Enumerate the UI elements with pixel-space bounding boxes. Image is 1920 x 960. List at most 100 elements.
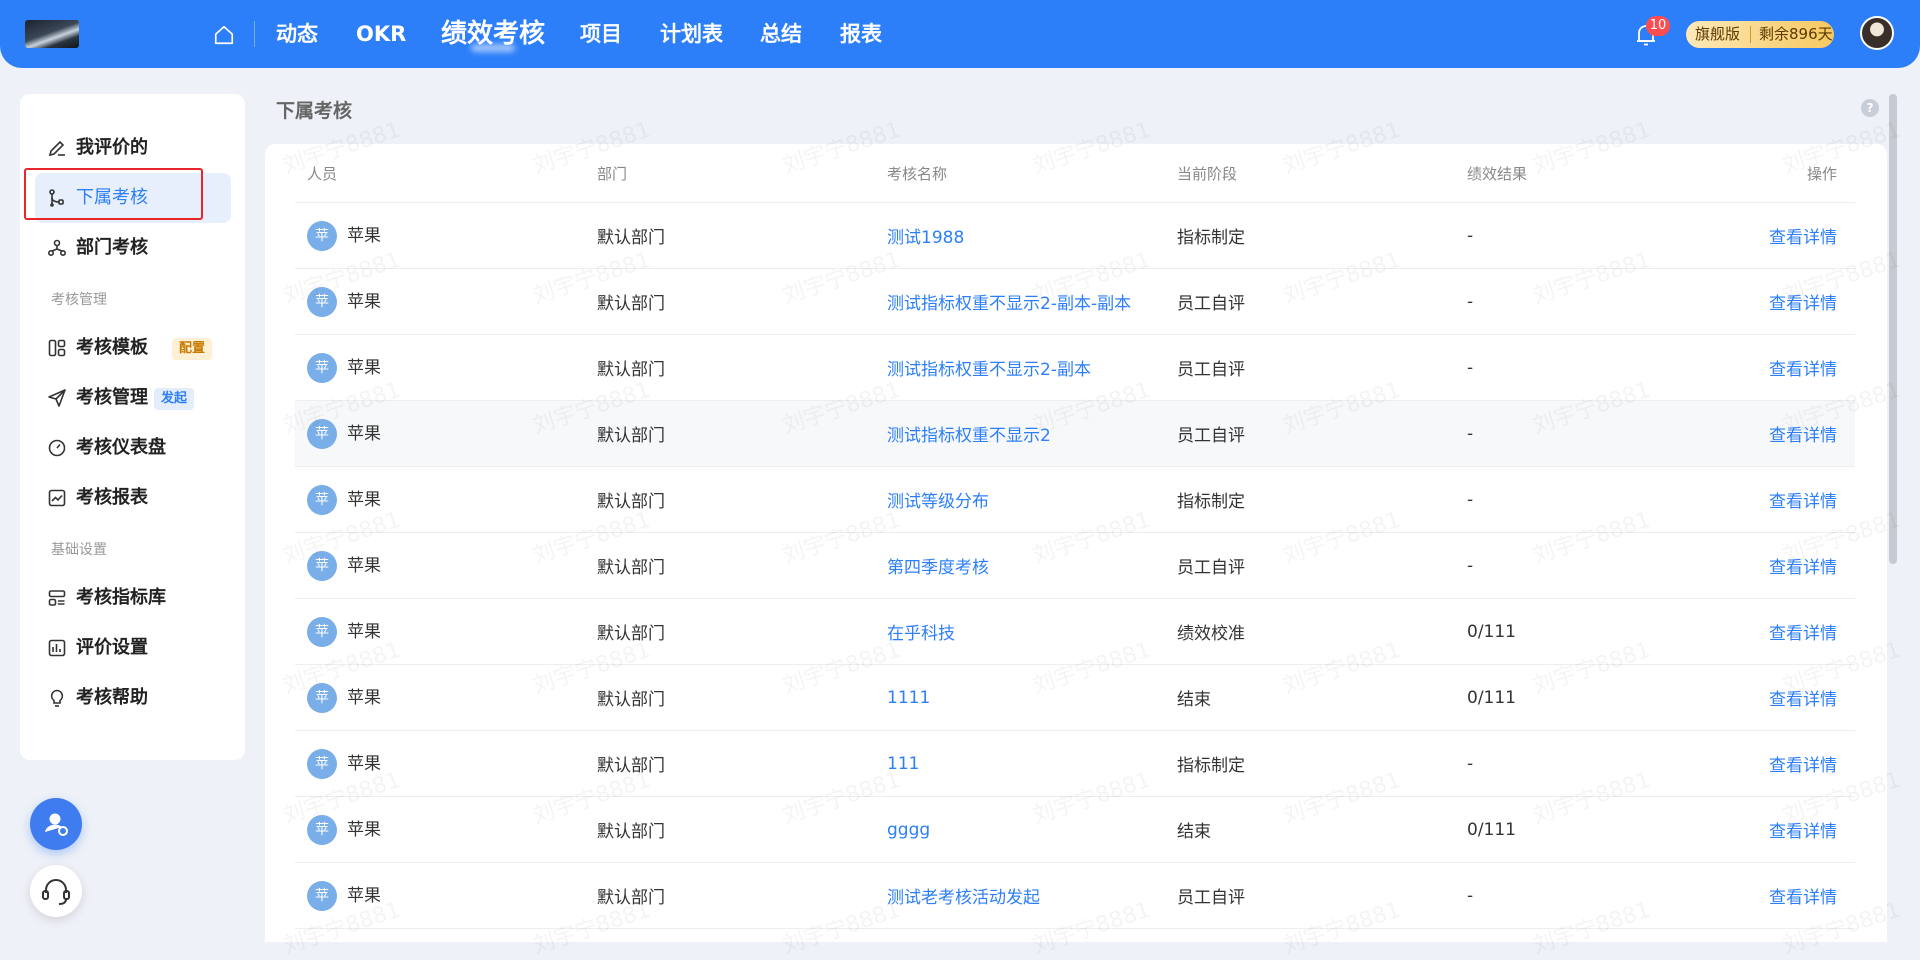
sidebar-item-review-dashboard[interactable]: 考核仪表盘	[35, 423, 231, 473]
stage-cell: 员工自评	[1177, 862, 1467, 929]
org-icon	[47, 239, 67, 257]
customer-service-float-button[interactable]	[30, 865, 82, 917]
home-icon[interactable]	[213, 24, 235, 46]
column-header-person: 人员	[295, 144, 597, 203]
sidebar-group-manage: 考核管理	[51, 292, 107, 308]
department-cell: 默认部门	[597, 268, 887, 335]
view-details-link[interactable]: 查看详情	[1769, 426, 1837, 446]
sidebar-item-review-help[interactable]: 考核帮助	[35, 673, 231, 723]
view-details-link[interactable]: 查看详情	[1769, 690, 1837, 710]
view-details-link[interactable]: 查看详情	[1769, 360, 1837, 380]
user-avatar[interactable]	[1860, 16, 1894, 50]
review-name-link[interactable]: 测试等级分布	[887, 492, 989, 512]
stage-cell: 指标制定	[1177, 466, 1467, 533]
person-cell: 苹苹果	[295, 598, 597, 665]
user-settings-float-button[interactable]	[30, 798, 82, 850]
sidebar-item-subordinate-review[interactable]: 下属考核	[35, 173, 231, 223]
review-name-link[interactable]: 1111	[887, 688, 930, 708]
top-nav-bar: 动态 OKR 绩效考核 项目 计划表 总结 报表 10 旗舰版 剩余896天	[0, 0, 1920, 68]
nav-okr[interactable]: OKR	[356, 0, 406, 68]
person-cell: 苹苹果	[295, 334, 597, 401]
person-avatar: 苹	[307, 550, 337, 581]
view-details-link[interactable]: 查看详情	[1769, 756, 1837, 776]
review-name-link[interactable]: 在乎科技	[887, 624, 955, 644]
person-avatar: 苹	[307, 220, 337, 251]
view-details-link[interactable]: 查看详情	[1769, 492, 1837, 512]
sidebar-item-indicator-library[interactable]: 考核指标库	[35, 573, 231, 623]
sidebar-item-review-reports[interactable]: 考核报表	[35, 473, 231, 523]
person-avatar: 苹	[307, 682, 337, 713]
person-cell: 苹苹果	[295, 730, 597, 797]
table-row: 苹苹果 默认部门 测试指标权重不显示2-副本-副本 员工自评 - 查看详情	[295, 268, 1855, 335]
review-name-link[interactable]: 111	[887, 754, 919, 774]
result-cell: -	[1467, 730, 1667, 797]
view-details-link[interactable]: 查看详情	[1769, 624, 1837, 644]
table-row: 苹苹果 默认部门 测试老考核活动发起 员工自评 - 查看详情	[295, 862, 1855, 929]
plan-badge[interactable]: 旗舰版 剩余896天	[1686, 21, 1834, 48]
view-details-link[interactable]: 查看详情	[1769, 228, 1837, 248]
person-cell: 苹苹果	[295, 664, 597, 731]
department-cell: 默认部门	[597, 466, 887, 533]
nav-summary[interactable]: 总结	[760, 0, 802, 68]
scrollbar[interactable]	[1889, 94, 1897, 564]
table-row: 苹苹果 默认部门 测试1988 指标制定 - 查看详情	[295, 202, 1855, 269]
review-name-link[interactable]: 第四季度考核	[887, 558, 989, 578]
person-name: 苹果	[347, 423, 381, 444]
sidebar-item-evaluation-settings[interactable]: 评价设置	[35, 623, 231, 673]
branch-icon	[49, 189, 64, 207]
department-cell: 默认部门	[597, 862, 887, 929]
nav-reports[interactable]: 报表	[840, 0, 882, 68]
result-cell: 0/111	[1467, 664, 1667, 731]
table-row: 苹苹果 默认部门 在乎科技 绩效校准 0/111 查看详情	[295, 598, 1855, 665]
sidebar-item-my-evaluations[interactable]: 我评价的	[35, 123, 231, 173]
company-logo[interactable]	[25, 20, 79, 48]
sidebar-item-department-review[interactable]: 部门考核	[35, 223, 231, 273]
sidebar-item-label: 考核报表	[76, 487, 148, 508]
table-row: 苹苹果 默认部门 测试等级分布 指标制定 - 查看详情	[295, 466, 1855, 533]
sidebar-item-review-management[interactable]: 考核管理 发起	[35, 373, 231, 423]
person-name: 苹果	[347, 885, 381, 906]
nav-plan-table[interactable]: 计划表	[660, 0, 723, 68]
review-name-link[interactable]: 测试老考核活动发起	[887, 888, 1040, 908]
sidebar-item-review-template[interactable]: 考核模板 配置	[35, 323, 231, 373]
review-name-link[interactable]: 测试指标权重不显示2	[887, 426, 1051, 446]
view-details-link[interactable]: 查看详情	[1769, 294, 1837, 314]
stage-cell: 结束	[1177, 796, 1467, 863]
help-question-icon[interactable]: ?	[1861, 99, 1879, 117]
nav-performance[interactable]: 绩效考核	[441, 0, 545, 68]
view-details-link[interactable]: 查看详情	[1769, 888, 1837, 908]
department-cell: 默认部门	[597, 202, 887, 269]
stage-cell: 指标制定	[1177, 202, 1467, 269]
stage-cell: 员工自评	[1177, 334, 1467, 401]
review-name-link[interactable]: 测试指标权重不显示2-副本	[887, 360, 1091, 380]
review-name-link[interactable]: 测试指标权重不显示2-副本-副本	[887, 294, 1131, 314]
review-name-link[interactable]: 测试1988	[887, 228, 964, 248]
result-cell: -	[1467, 268, 1667, 335]
nav-projects[interactable]: 项目	[580, 0, 622, 68]
action-cell: 查看详情	[1667, 268, 1855, 335]
department-cell: 默认部门	[597, 400, 887, 467]
view-details-link[interactable]: 查看详情	[1769, 822, 1837, 842]
review-name-cell: 测试指标权重不显示2-副本	[887, 334, 1177, 401]
user-gear-icon	[45, 813, 68, 836]
person-avatar: 苹	[307, 352, 337, 383]
department-cell: 默认部门	[597, 730, 887, 797]
sidebar-item-label: 考核模板	[76, 337, 148, 358]
result-cell: 0/111	[1467, 796, 1667, 863]
edit-icon	[48, 140, 65, 157]
action-cell: 查看详情	[1667, 730, 1855, 797]
person-avatar: 苹	[307, 286, 337, 317]
stage-cell: 员工自评	[1177, 400, 1467, 467]
action-cell: 查看详情	[1667, 466, 1855, 533]
person-name: 苹果	[347, 291, 381, 312]
stage-cell: 员工自评	[1177, 532, 1467, 599]
headset-icon	[42, 879, 70, 905]
person-cell: 苹苹果	[295, 796, 597, 863]
review-name-link[interactable]: gggg	[887, 820, 930, 840]
person-name: 苹果	[347, 753, 381, 774]
sidebar-item-label: 我评价的	[76, 137, 148, 158]
nav-dynamic[interactable]: 动态	[276, 0, 318, 68]
view-details-link[interactable]: 查看详情	[1769, 558, 1837, 578]
sidebar-item-label: 考核指标库	[76, 587, 166, 608]
result-cell: -	[1467, 400, 1667, 467]
